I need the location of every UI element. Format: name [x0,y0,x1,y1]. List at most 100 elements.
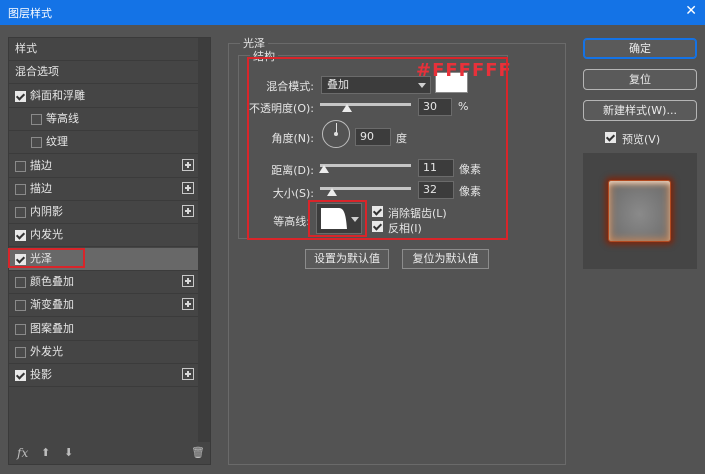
reset-default-button[interactable]: 复位为默认值 [402,249,489,269]
sidebar-item-checkbox[interactable] [31,113,42,125]
opacity-slider-track [320,103,411,106]
sidebar-item[interactable]: 斜面和浮雕 [9,85,198,108]
ok-button[interactable]: 确定 [583,38,697,59]
structure-group-title: 结构 [250,48,278,64]
sidebar-item-label: 颜色叠加 [30,275,74,288]
sidebar-item-label: 光泽 [30,251,52,265]
add-effect-icon[interactable] [182,368,194,381]
sidebar-item-checkbox[interactable] [15,346,26,358]
sidebar-item-label: 描边 [30,158,52,172]
sidebar-item-label: 等高线 [46,111,79,125]
window-title: 图层样式 [8,7,52,20]
style-list-scrollbar[interactable] [198,38,210,442]
sidebar-item-label: 投影 [30,368,52,382]
contour-picker[interactable] [316,203,362,234]
sidebar-item-checkbox[interactable] [15,277,26,288]
sidebar-item[interactable]: 内阴影 [9,201,198,225]
distance-slider-thumb[interactable] [319,165,329,173]
distance-slider-track [320,164,411,167]
antialias-label: 消除锯齿(L) [388,207,447,220]
invert-checkbox[interactable] [372,221,383,232]
opacity-label: 不透明度(O): [249,102,314,115]
add-effect-icon[interactable] [182,298,194,311]
style-list-footer: fx ⬆ ⬇ 🗑 [9,443,210,464]
make-default-button[interactable]: 设置为默认值 [305,249,389,269]
angle-dial-center [334,132,338,136]
sidebar-item-label: 混合选项 [15,65,59,79]
move-up-icon[interactable]: ⬆ [41,446,50,459]
distance-input[interactable]: 11 [418,159,454,177]
chevron-down-icon [418,83,426,88]
sidebar-item-checkbox[interactable] [15,230,26,242]
sidebar-item-label: 斜面和浮雕 [30,88,85,102]
sidebar-item-label: 外发光 [30,344,63,358]
sidebar-item[interactable]: 描边 [9,178,198,201]
sidebar-item-label: 内发光 [30,228,63,242]
add-effect-icon[interactable] [182,205,194,218]
fx-icon[interactable]: fx [17,446,28,460]
sidebar-item[interactable]: 混合选项 [9,61,198,85]
sidebar-item[interactable]: 描边 [9,155,198,178]
sidebar-item-checkbox[interactable] [15,207,26,219]
sidebar-item[interactable]: 内发光 [9,224,198,248]
opacity-slider-thumb[interactable] [342,104,353,112]
contour-label: 等高线: [273,215,310,228]
sidebar-item-checkbox[interactable] [15,90,26,102]
angle-input[interactable]: 90 [355,128,391,146]
distance-unit: 像素 [459,163,481,176]
blend-mode-label: 混合模式: [266,80,314,93]
sidebar-item[interactable]: 渐变叠加 [9,294,198,318]
angle-dial[interactable] [322,120,350,148]
add-effect-icon[interactable] [182,181,194,194]
sidebar-item-checkbox[interactable] [15,253,26,265]
opacity-unit: % [458,100,469,113]
chevron-down-icon [351,217,359,222]
sidebar-item-checkbox[interactable] [15,160,26,172]
preview-checkbox[interactable] [605,132,616,143]
invert-label: 反相(I) [388,222,422,235]
size-slider-thumb[interactable] [326,188,337,196]
sidebar-item-label: 纹理 [46,135,68,149]
color-annotation: #FFFFFF [416,60,512,81]
sidebar-item-checkbox[interactable] [15,323,26,335]
add-effect-icon[interactable] [182,158,194,171]
preview-tile [608,180,671,242]
contour-curve-icon [321,208,347,229]
add-effect-icon[interactable] [182,275,194,287]
sidebar-item-checkbox[interactable] [15,300,26,312]
size-label: 大小(S): [272,187,314,200]
close-icon[interactable]: ✕ [685,3,697,19]
sidebar-item[interactable]: 等高线 [9,108,198,131]
sidebar-item[interactable]: 样式 [9,38,198,61]
new-style-button[interactable]: 新建样式(W)... [583,100,697,121]
sidebar-item[interactable]: 纹理 [9,131,198,155]
sidebar-item-label: 内阴影 [30,205,63,219]
move-down-icon[interactable]: ⬇ [64,446,73,459]
opacity-slider[interactable] [320,99,411,112]
sidebar-item-checkbox[interactable] [31,137,42,149]
distance-slider[interactable] [319,160,411,173]
sidebar-item[interactable]: 光泽 [9,247,198,271]
sidebar-item[interactable]: 外发光 [9,341,198,364]
preview-label: 预览(V) [622,133,661,146]
sidebar-item[interactable]: 投影 [9,364,198,388]
sidebar-item[interactable]: 图案叠加 [9,318,198,341]
angle-unit: 度 [396,132,407,145]
style-list-panel: 样式 混合选项 斜面和浮雕 等高线 纹理 描边 描边 内阴影 内发光 光泽 颜色叠加 渐变叠加 图案叠加… [8,37,211,465]
size-slider[interactable] [320,183,411,196]
title-bar: 图层样式 ✕ [0,0,705,25]
style-preview [583,153,697,269]
trash-icon[interactable]: 🗑 [191,446,205,459]
reset-button[interactable]: 复位 [583,69,697,90]
blend-mode-value: 叠加 [327,78,349,91]
angle-label: 角度(N): [271,132,314,145]
sidebar-item-label: 图案叠加 [30,321,74,335]
antialias-checkbox[interactable] [372,206,383,217]
sidebar-item-checkbox[interactable] [15,370,26,382]
sidebar-item-checkbox[interactable] [15,183,26,195]
sidebar-item[interactable]: 颜色叠加 [9,271,198,294]
distance-label: 距离(D): [271,164,314,177]
opacity-input[interactable]: 30 [418,98,452,116]
blend-mode-select[interactable]: 叠加 [321,76,431,94]
size-input[interactable]: 32 [418,181,454,199]
